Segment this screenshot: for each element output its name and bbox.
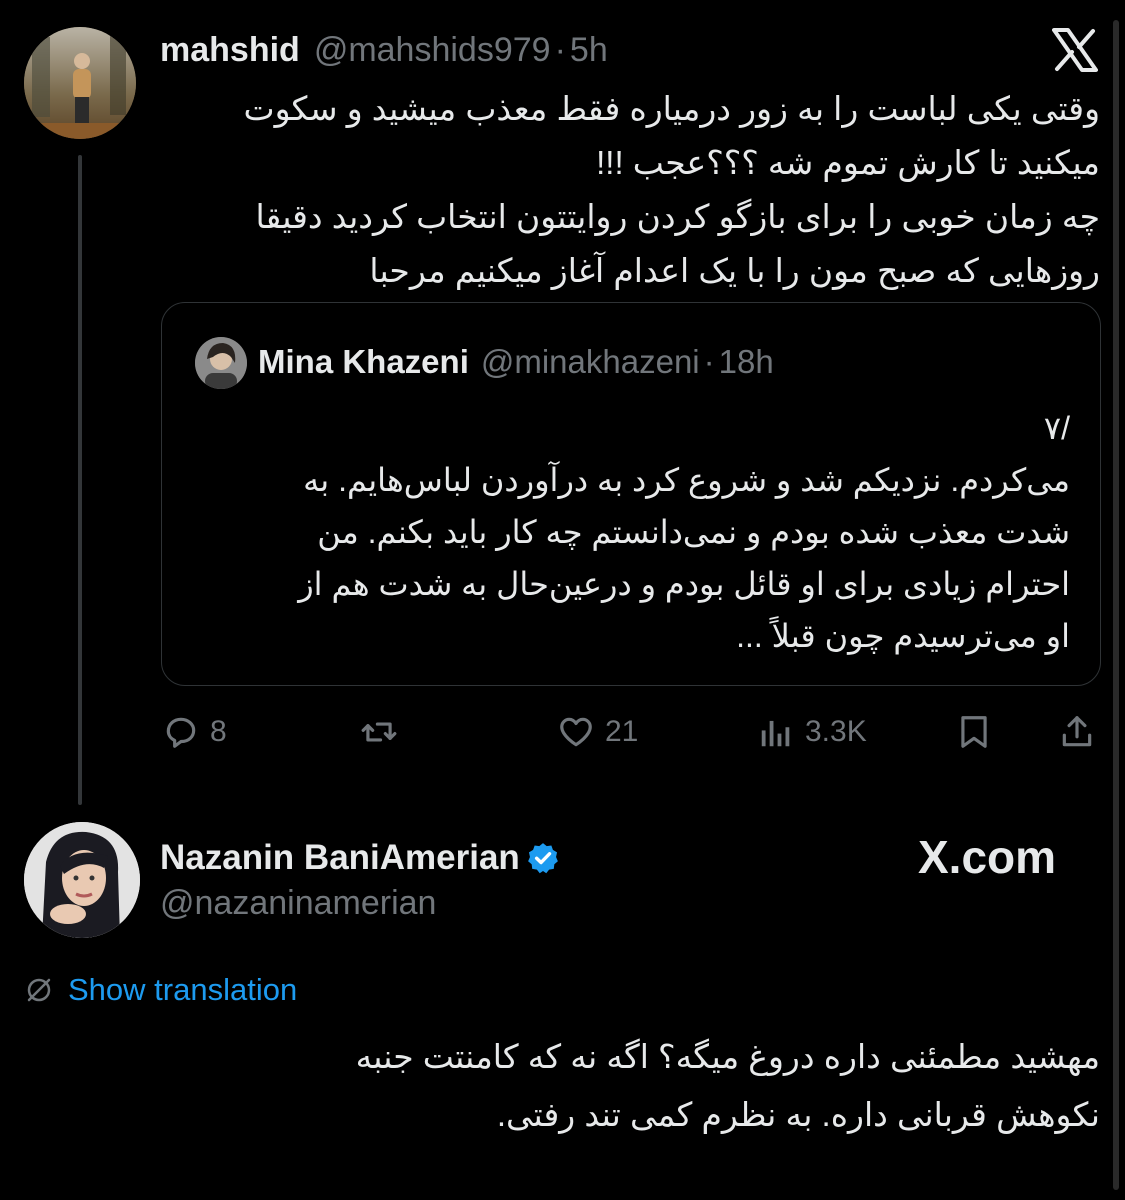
quoted-text-line: احترام زیادی برای او قائل بودم و درعین‌ح… xyxy=(298,566,1070,602)
author-name[interactable]: mahshid xyxy=(160,31,300,70)
reply-header: Nazanin BaniAmerian xyxy=(160,836,560,880)
reply-icon xyxy=(166,717,196,748)
translate-icon xyxy=(27,978,51,1002)
show-translation-label[interactable]: Show translation xyxy=(68,972,297,1008)
share-icon xyxy=(1062,716,1092,747)
avatar[interactable] xyxy=(24,27,136,139)
quoted-avatar[interactable] xyxy=(195,337,247,389)
tweet-text: وقتی یکی لباست را به زور درمیاره فقط معذ… xyxy=(160,82,1100,298)
quoted-header: Mina Khazeni @minakhazeni · 18h xyxy=(258,340,774,384)
separator-dot: · xyxy=(703,343,715,380)
tweet-time[interactable]: 5h xyxy=(570,31,608,70)
watermark: X.com xyxy=(918,831,1057,883)
tweet-text-line: چه زمان خوبی را برای بازگو کردن روایتتون… xyxy=(255,198,1100,235)
like-count: 21 xyxy=(605,715,639,748)
x-logo-icon[interactable] xyxy=(1052,28,1098,72)
retweet-button[interactable] xyxy=(360,713,408,751)
views-button[interactable]: 3.3K xyxy=(757,713,867,751)
reply-author-name[interactable]: Nazanin BaniAmerian xyxy=(160,838,520,878)
quoted-time[interactable]: 18h xyxy=(719,343,774,381)
verified-badge-icon[interactable] xyxy=(526,841,560,875)
reply-text-line: نکوهش قربانی داره. به نظرم کمی تند رفتی. xyxy=(496,1096,1100,1133)
reply-avatar[interactable] xyxy=(24,822,140,938)
quoted-author-name[interactable]: Mina Khazeni xyxy=(258,343,469,381)
views-icon xyxy=(761,720,790,747)
tweet-text-line: روزهایی که صبح مون را با یک اعدام آغاز م… xyxy=(369,252,1100,289)
retweet-icon xyxy=(361,722,397,742)
views-count: 3.3K xyxy=(805,715,867,748)
avatar-photo xyxy=(24,27,136,139)
quoted-author-handle[interactable]: @minakhazeni xyxy=(481,343,700,381)
separator-dot: · xyxy=(554,30,566,69)
reply-count: 8 xyxy=(210,715,227,748)
heart-icon xyxy=(560,717,592,747)
reply-button[interactable]: 8 xyxy=(162,713,227,751)
quoted-text-line: او می‌ترسیدم چون قبلاً ... xyxy=(736,618,1070,654)
quoted-text-line: /۷ xyxy=(1043,410,1070,446)
reply-author-handle[interactable]: @nazaninamerian xyxy=(160,884,436,923)
quoted-avatar-photo xyxy=(195,337,247,389)
reply-avatar-photo xyxy=(24,822,140,938)
scrollbar[interactable] xyxy=(1113,20,1119,1190)
show-translation-link[interactable]: Show translation xyxy=(24,972,297,1008)
quoted-text-line: شدت معذب شده بودم و نمی‌دانستم چه کار با… xyxy=(317,514,1070,550)
quoted-text-line: می‌کردم. نزدیکم شد و شروع کرد به درآوردن… xyxy=(303,462,1070,498)
tweet-header: mahshid @mahshids979 · 5h xyxy=(160,28,608,72)
quoted-text: /۷ می‌کردم. نزدیکم شد و شروع کرد به درآو… xyxy=(190,402,1070,662)
reply-text-line: مهشید مطمئنی داره دروغ میگه؟ اگه نه که ک… xyxy=(355,1038,1100,1075)
author-handle[interactable]: @mahshids979 xyxy=(314,31,551,70)
tweet-text-line: وقتی یکی لباست را به زور درمیاره فقط معذ… xyxy=(243,90,1100,127)
bookmark-icon xyxy=(961,716,987,748)
thread-connector xyxy=(78,155,82,805)
tweet-text-line: میکنید تا کارش تموم شه ؟؟؟عجب !!! xyxy=(596,144,1100,181)
like-button[interactable]: 21 xyxy=(557,713,638,751)
share-button[interactable] xyxy=(1058,713,1096,751)
reply-text: مهشید مطمئنی داره دروغ میگه؟ اگه نه که ک… xyxy=(100,1028,1100,1144)
bookmark-button[interactable] xyxy=(955,713,993,751)
